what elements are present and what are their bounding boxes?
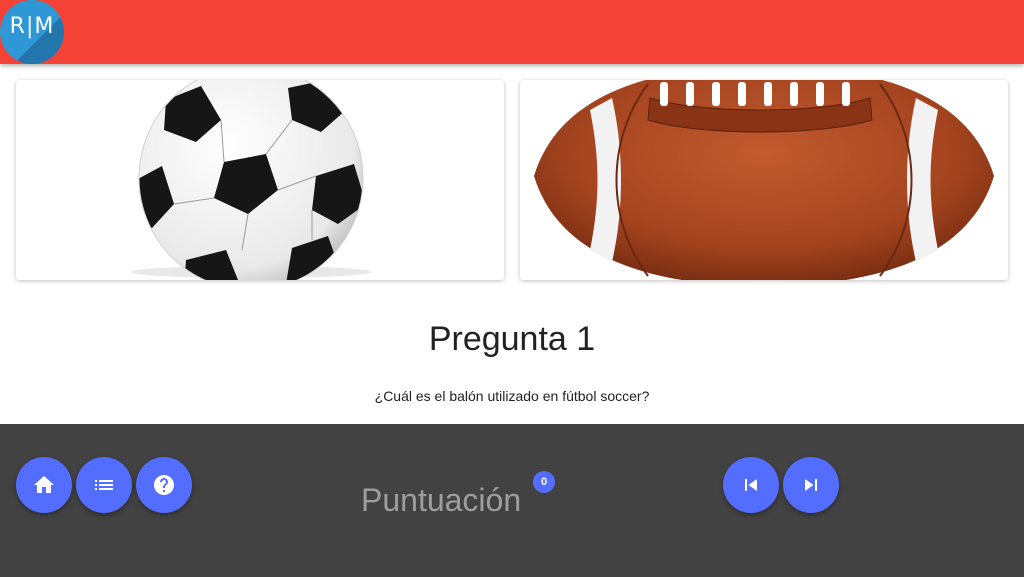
soccer-ball-image [16,80,504,280]
logo-text: R|M [9,14,55,39]
previous-question-button[interactable] [723,457,779,513]
list-icon [95,480,113,490]
home-button[interactable] [16,457,72,513]
list-button[interactable] [76,457,132,513]
skip-next-icon [805,479,817,491]
home-icon [34,476,54,493]
app-bar: R|M [0,0,1024,64]
help-icon [154,475,174,495]
skip-previous-icon [745,479,757,491]
question-title: Pregunta 1 [428,320,596,358]
score-badge: 0 [533,471,555,493]
question-text: ¿Cuál es el balón utilizado en fútbol so… [374,388,650,404]
app-logo[interactable]: R|M [0,0,64,64]
next-question-button[interactable] [783,457,839,513]
score-label: Puntuación [361,482,522,518]
help-button[interactable] [136,457,192,513]
option-card-american-football[interactable] [520,80,1008,280]
american-football-image [520,80,1008,280]
option-card-soccer-ball[interactable] [16,80,504,280]
footer-bar: Puntuación 0 [0,424,1024,577]
